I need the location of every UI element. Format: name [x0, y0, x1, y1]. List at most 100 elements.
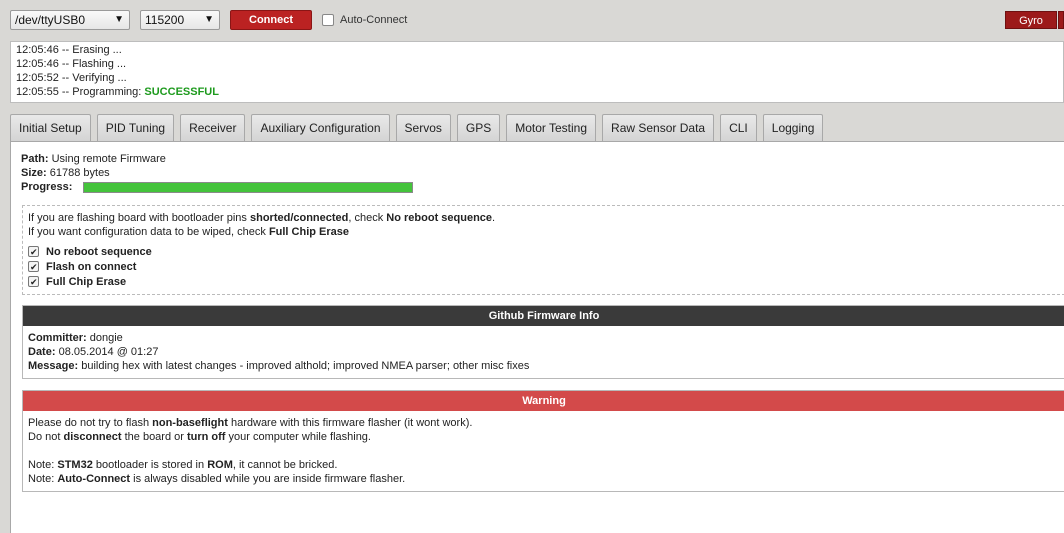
tab-gps[interactable]: GPS	[456, 114, 501, 142]
flash-on-connect-checkbox[interactable]	[28, 260, 39, 274]
warning-text: your computer while flashing.	[225, 431, 371, 443]
hint-text: .	[492, 212, 496, 224]
flash-options: If you are flashing board with bootloade…	[22, 205, 1064, 295]
firmware-flasher-panel: Path: Using remote Firmware Size: 61788 …	[10, 141, 1064, 533]
log-time: 12:05:52	[16, 72, 59, 84]
warning-line: Please do not try to flash non-basefligh…	[28, 416, 1060, 430]
log-status-success: SUCCESSFUL	[144, 86, 219, 98]
note-line: Note: STM32 bootloader is stored in ROM,…	[28, 458, 1060, 472]
log-text: -- Programming:	[58, 86, 145, 98]
log-line: 12:05:46 -- Erasing ...	[16, 43, 1058, 57]
tab-logging[interactable]: Logging	[762, 114, 824, 142]
log-text: -- Erasing ...	[58, 44, 122, 56]
path-row: Path: Using remote Firmware	[21, 152, 166, 166]
full-chip-erase-label: Full Chip Erase	[46, 275, 127, 288]
top-bar: /dev/ttyUSB0 ▼ 115200 ▼ Connect Auto-Con…	[0, 0, 1064, 40]
chevron-down-icon: ▼	[114, 14, 124, 25]
committer-label: Committer:	[28, 332, 87, 344]
log-line: 12:05:55 -- Programming: SUCCESSFUL	[16, 85, 1058, 99]
hint-bold: Full Chip Erase	[268, 226, 350, 238]
log-panel: 12:05:46 -- Erasing ... 12:05:46 -- Flas…	[10, 41, 1064, 103]
size-label: Size:	[21, 167, 47, 179]
log-line: 12:05:52 -- Verifying ...	[16, 71, 1058, 85]
date-value: 08.05.2014 @ 01:27	[58, 346, 159, 358]
date-label: Date:	[28, 346, 56, 358]
tab-pid-tuning[interactable]: PID Tuning	[96, 114, 175, 142]
warning-bold: ROM	[207, 459, 233, 471]
port-select-value: /dev/ttyUSB0	[15, 13, 86, 27]
log-time: 12:05:55	[16, 86, 59, 98]
auto-connect-label: Auto-Connect	[340, 14, 408, 26]
warning-box: Warning Please do not try to flash non-b…	[22, 390, 1064, 492]
tab-motor-testing[interactable]: Motor Testing	[506, 114, 597, 142]
committer-value: dongie	[89, 332, 123, 344]
auto-connect-checkbox[interactable]	[322, 14, 334, 26]
options-hint-1: If you are flashing board with bootloade…	[28, 211, 1060, 225]
progress-bar-fill	[84, 183, 412, 192]
log-time: 12:05:46	[16, 58, 59, 70]
tab-servos[interactable]: Servos	[395, 114, 451, 142]
log-text: -- Verifying ...	[58, 72, 127, 84]
note-line: Note: Auto-Connect is always disabled wh…	[28, 472, 1060, 486]
warning-line: Do not disconnect the board or turn off …	[28, 430, 1060, 444]
github-info-title: Github Firmware Info	[23, 306, 1064, 326]
warning-bold: disconnect	[63, 431, 122, 443]
path-value: Using remote Firmware	[51, 153, 166, 165]
warning-body: Please do not try to flash non-basefligh…	[23, 411, 1064, 491]
github-firmware-info: Github Firmware Info Committer: dongie D…	[22, 305, 1064, 379]
date-row: Date: 08.05.2014 @ 01:27	[28, 345, 1060, 359]
tab-receiver[interactable]: Receiver	[180, 114, 246, 142]
hint-bold: shorted/connected	[249, 212, 349, 224]
warning-text: the board or	[121, 431, 187, 443]
tab-auxiliary-configuration[interactable]: Auxiliary Configuration	[251, 114, 390, 142]
warning-text: , it cannot be bricked.	[232, 459, 338, 471]
log-text: -- Flashing ...	[58, 58, 127, 70]
warning-bold: Auto-Connect	[57, 473, 131, 485]
warning-text: Note:	[28, 473, 58, 485]
no-reboot-checkbox[interactable]	[28, 245, 39, 259]
hint-text: If you are flashing board with bootloade…	[28, 212, 250, 224]
warning-text: Note:	[28, 459, 58, 471]
full-chip-erase-checkbox[interactable]	[28, 275, 39, 289]
tab-initial-setup[interactable]: Initial Setup	[10, 114, 91, 142]
options-hint-2: If you want configuration data to be wip…	[28, 225, 1060, 239]
tab-raw-sensor-data[interactable]: Raw Sensor Data	[602, 114, 715, 142]
size-value: 61788 bytes	[49, 167, 110, 179]
baud-select-value: 115200	[145, 13, 185, 27]
auto-connect-toggle[interactable]: Auto-Connect	[322, 13, 407, 27]
warning-text: Please do not try to flash	[28, 417, 153, 429]
message-label: Message:	[28, 360, 79, 372]
no-reboot-label: No reboot sequence	[46, 245, 152, 258]
path-label: Path:	[21, 153, 49, 165]
size-row: Size: 61788 bytes	[21, 166, 166, 180]
gyro-sensor-indicator: Gyro	[1005, 11, 1057, 29]
message-row: Message: building hex with latest change…	[28, 359, 1060, 373]
hint-text: , check	[348, 212, 387, 224]
flash-on-connect-label: Flash on connect	[46, 260, 137, 273]
chevron-down-icon: ▼	[204, 14, 214, 25]
message-value: building hex with latest changes - impro…	[81, 360, 530, 372]
option-flash-on-connect[interactable]: Flash on connect	[28, 259, 1060, 274]
progress-label: Progress:	[21, 181, 73, 193]
warning-bold: turn off	[186, 431, 226, 443]
log-time: 12:05:46	[16, 44, 59, 56]
github-info-body: Committer: dongie Date: 08.05.2014 @ 01:…	[23, 326, 1064, 378]
warning-text: is always disabled while you are inside …	[130, 473, 406, 485]
baud-select[interactable]: 115200 ▼	[140, 10, 220, 30]
hint-text: If you want configuration data to be wip…	[28, 226, 269, 238]
warning-title: Warning	[23, 391, 1064, 411]
connect-button[interactable]: Connect	[230, 10, 312, 30]
committer-row: Committer: dongie	[28, 331, 1060, 345]
warning-text: hardware with this firmware flasher (it …	[227, 417, 473, 429]
warning-text: bootloader is stored in	[92, 459, 208, 471]
tab-bar: Initial Setup PID Tuning Receiver Auxili…	[10, 114, 829, 142]
option-no-reboot[interactable]: No reboot sequence	[28, 244, 1060, 259]
hint-bold: No reboot sequence	[386, 212, 493, 224]
option-full-chip-erase[interactable]: Full Chip Erase	[28, 274, 1060, 289]
warning-text: Do not	[28, 431, 64, 443]
log-line: 12:05:46 -- Flashing ...	[16, 57, 1058, 71]
progress-bar	[83, 182, 413, 193]
port-select[interactable]: /dev/ttyUSB0 ▼	[10, 10, 130, 30]
tab-cli[interactable]: CLI	[720, 114, 757, 142]
